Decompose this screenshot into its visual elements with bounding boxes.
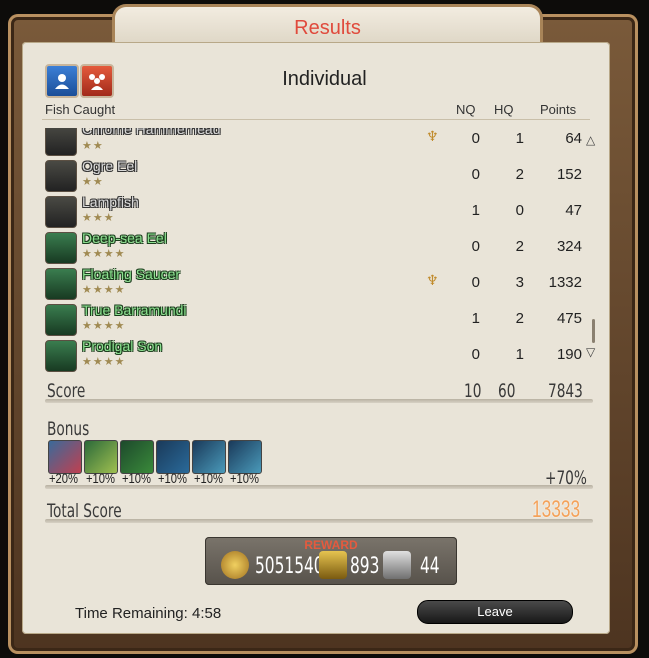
bonus-icon	[84, 440, 118, 474]
fish-name: Lampfish	[82, 194, 139, 210]
fish-hq: 1	[515, 346, 524, 363]
bonus-percent: +10%	[86, 470, 115, 486]
fish-hq: 2	[515, 166, 524, 183]
reward-box: REWARD 5051540 893 44	[205, 537, 457, 585]
fish-name: Deep-sea Eel	[82, 230, 167, 246]
fish-stars: ★★★★	[82, 355, 126, 368]
fish-name: Floating Saucer	[82, 266, 181, 282]
bonus-icon	[156, 440, 190, 474]
bonus-percent: +10%	[122, 470, 151, 486]
bonus-icon	[192, 440, 226, 474]
fish-nq: 1	[471, 202, 480, 219]
reward-seals: 44	[420, 554, 440, 579]
fish-row: Prodigal Son ★★★★ 0 1 190	[42, 338, 597, 374]
col-fish-caught: Fish Caught	[45, 102, 116, 117]
bonus-percent: +10%	[158, 470, 187, 486]
fish-row: Lampfish ★★★ 1 0 47	[42, 194, 597, 230]
col-hq: HQ	[494, 102, 514, 117]
reward-label: REWARD	[304, 538, 358, 552]
bonus-icon	[48, 440, 82, 474]
scroll-down-icon[interactable]: ▽	[586, 345, 595, 359]
fish-stars: ★★★★	[82, 283, 126, 296]
bonus-label: Bonus	[47, 418, 90, 440]
fish-nq: 0	[471, 238, 480, 255]
fish-icon	[45, 160, 77, 192]
fish-row: Deep-sea Eel ★★★★ 0 2 324	[42, 230, 597, 266]
fish-stars: ★★★★	[82, 247, 126, 260]
fish-icon	[45, 128, 77, 156]
col-nq: NQ	[456, 102, 476, 117]
scrip-icon	[319, 551, 347, 579]
bonus-percent: +20%	[49, 470, 78, 486]
fish-row: Ogre Eel ★★ 0 2 152	[42, 158, 597, 194]
col-points: Points	[540, 102, 577, 117]
fish-icon	[45, 232, 77, 264]
fish-icon	[45, 268, 77, 300]
fish-icon	[45, 304, 77, 336]
fish-nq: 0	[471, 166, 480, 183]
fish-points: 324	[556, 238, 582, 255]
fish-points: 152	[556, 166, 582, 183]
fish-points: 1332	[548, 274, 582, 291]
bonus-icon	[120, 440, 154, 474]
reward-scrips: 893	[350, 554, 380, 579]
scroll-up-icon[interactable]: △	[586, 133, 595, 147]
fish-icon	[45, 196, 77, 228]
gil-icon	[221, 551, 249, 579]
fish-stars: ★★	[82, 175, 104, 188]
header-divider	[42, 119, 590, 120]
fish-nq: 0	[471, 346, 480, 363]
window-title: Results	[294, 17, 361, 39]
window-title-tab: Results	[112, 4, 543, 47]
list-scrollbar[interactable]	[592, 319, 595, 343]
fish-nq: 0	[471, 274, 480, 291]
fish-stars: ★★★★	[82, 319, 126, 332]
bonus-tag-icon: ♆	[426, 273, 439, 289]
fish-name: Prodigal Son	[82, 338, 163, 354]
fish-nq: 0	[471, 130, 480, 147]
total-divider	[45, 519, 593, 523]
fish-nq: 1	[471, 310, 480, 327]
bonus-tag-icon: ♆	[426, 129, 439, 145]
leave-button[interactable]: Leave	[417, 600, 573, 624]
seal-icon	[383, 551, 411, 579]
fish-stars: ★★★	[82, 211, 115, 224]
fish-hq: 2	[515, 238, 524, 255]
fish-row: True Barramundi ★★★★ 1 2 475	[42, 302, 597, 338]
fish-points: 190	[556, 346, 582, 363]
fish-row: Floating Saucer ★★★★ ♆ 0 3 1332	[42, 266, 597, 302]
score-divider	[45, 399, 593, 403]
page-title: Individual	[282, 68, 367, 90]
bonus-icon	[228, 440, 262, 474]
fish-points: 47	[565, 202, 582, 219]
fish-hq: 3	[515, 274, 524, 291]
bonus-percent: +10%	[194, 470, 223, 486]
fish-icon	[45, 340, 77, 372]
fish-hq: 0	[515, 202, 524, 219]
fish-points: 64	[565, 130, 582, 147]
bonus-divider	[45, 485, 593, 489]
fish-hq: 2	[515, 310, 524, 327]
fish-stars: ★★	[82, 139, 104, 152]
fish-name: True Barramundi	[82, 302, 187, 318]
time-remaining: Time Remaining: 4:58	[75, 605, 222, 622]
bonus-percent: +10%	[230, 470, 259, 486]
fish-name: Ogre Eel	[82, 158, 138, 174]
reward-gil: 5051540	[255, 554, 324, 579]
fish-points: 475	[556, 310, 582, 327]
fish-hq: 1	[515, 130, 524, 147]
